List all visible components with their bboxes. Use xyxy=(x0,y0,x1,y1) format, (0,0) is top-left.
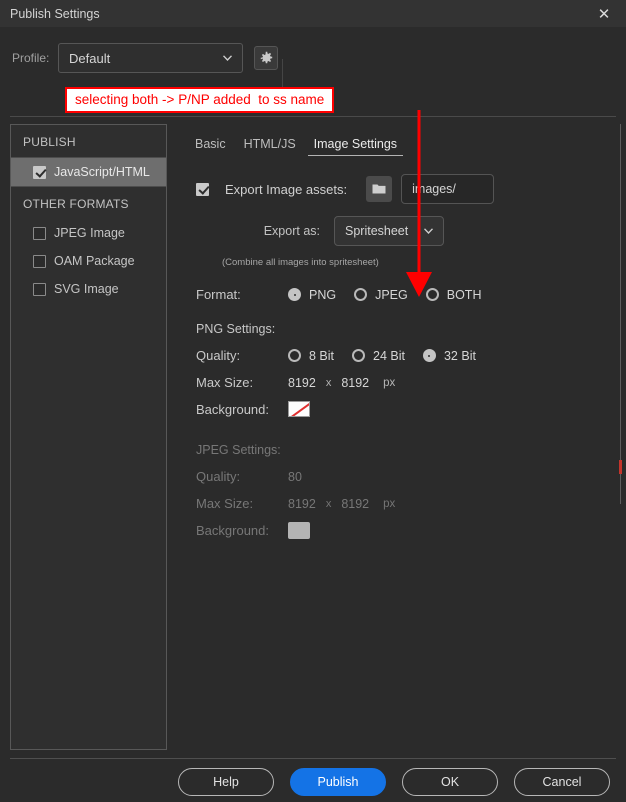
radio-label-png: PNG xyxy=(309,287,337,302)
sidebar-item-label: JPEG Image xyxy=(54,226,125,240)
jpeg-max-size-row: Max Size: 8192 x 8192 px xyxy=(186,496,618,511)
png-quality-row: Quality: 8 Bit 24 Bit 32 Bit xyxy=(186,348,618,363)
png-max-size-label: Max Size: xyxy=(196,375,254,390)
export-as-dropdown[interactable]: Spritesheet xyxy=(334,216,444,246)
radio-png-32bit[interactable] xyxy=(422,349,436,362)
png-background-row: Background: xyxy=(186,401,618,417)
radio-png-8bit[interactable] xyxy=(288,349,301,362)
publish-button[interactable]: Publish xyxy=(290,768,386,796)
jpeg-settings-title: JPEG Settings: xyxy=(196,443,281,457)
radio-format-jpeg[interactable] xyxy=(354,288,368,301)
radio-label-24bit: 24 Bit xyxy=(373,348,405,363)
sidebar-item-label: SVG Image xyxy=(54,282,119,296)
dialog-button-bar: Help Publish OK Cancel xyxy=(0,762,626,802)
radio-label-jpeg: JPEG xyxy=(375,287,408,302)
help-button[interactable]: Help xyxy=(178,768,274,796)
jpeg-background-swatch xyxy=(288,522,310,539)
sidebar-heading-other-formats: OTHER FORMATS xyxy=(23,197,129,211)
settings-pane: Basic HTML/JS Image Settings Export Imag… xyxy=(186,124,618,750)
jpeg-max-width-input: 8192 xyxy=(288,496,316,511)
jpeg-size-unit: px xyxy=(383,497,396,510)
jpeg-max-height-input: 8192 xyxy=(341,496,370,511)
spritesheet-hint: (Combine all images into spritesheet) xyxy=(222,257,379,268)
export-assets-label: Export Image assets: xyxy=(225,181,348,197)
profile-label: Profile: xyxy=(12,51,50,65)
radio-png-24bit[interactable] xyxy=(352,349,366,362)
jpeg-size-separator: x xyxy=(325,497,332,510)
chevron-down-icon xyxy=(424,228,433,234)
radio-label-both: BOTH xyxy=(446,287,482,302)
jpeg-quality-label: Quality: xyxy=(196,469,241,484)
cancel-button[interactable]: Cancel xyxy=(514,768,610,796)
radio-label-32bit: 32 Bit xyxy=(443,348,476,363)
format-row: Format: PNG JPEG BOTH xyxy=(186,287,618,302)
sidebar-item-svg-image[interactable]: SVG Image xyxy=(11,275,166,303)
export-as-label: Export as: xyxy=(263,224,320,238)
export-image-assets-row: Export Image assets: images/ xyxy=(186,174,618,204)
radio-format-both[interactable] xyxy=(425,288,439,301)
close-icon[interactable]: ✕ xyxy=(582,0,626,27)
png-background-swatch[interactable] xyxy=(288,401,310,417)
tab-image-settings[interactable]: Image Settings xyxy=(305,137,406,156)
sidebar-heading-publish: PUBLISH xyxy=(23,135,76,149)
checkbox-icon[interactable] xyxy=(33,254,46,268)
export-assets-checkbox[interactable] xyxy=(196,182,209,196)
png-max-height-input[interactable]: 8192 xyxy=(341,376,369,390)
export-as-row: Export as: Spritesheet xyxy=(186,216,618,246)
header-divider xyxy=(10,116,616,117)
png-quality-radio-group: 8 Bit 24 Bit 32 Bit xyxy=(288,349,476,363)
png-quality-label: Quality: xyxy=(196,348,241,363)
folder-icon[interactable] xyxy=(366,176,393,202)
sidebar-item-label: OAM Package xyxy=(54,254,135,268)
scrollbar-marker xyxy=(619,460,622,474)
tab-html-js[interactable]: HTML/JS xyxy=(235,137,305,156)
png-max-size-row: Max Size: 8192 x 8192 px xyxy=(186,375,618,390)
jpeg-quality-row: Quality: 80 xyxy=(186,469,618,484)
profile-row: Profile: Default xyxy=(0,27,626,113)
png-max-width-input[interactable]: 8192 xyxy=(288,376,316,390)
pane-scrollbar[interactable] xyxy=(620,124,621,504)
radio-label-8bit: 8 Bit xyxy=(309,348,335,363)
png-background-label: Background: xyxy=(196,401,269,417)
png-size-unit: px xyxy=(383,376,396,389)
png-size-separator: x xyxy=(325,376,332,389)
publish-settings-dialog: Publish Settings ✕ Profile: Default PUBL… xyxy=(0,0,626,802)
sidebar-item-label: JavaScript/HTML xyxy=(54,165,150,179)
export-as-value: Spritesheet xyxy=(345,224,409,238)
title-bar: Publish Settings ✕ xyxy=(0,0,626,27)
gear-icon[interactable] xyxy=(254,46,278,70)
checkbox-icon[interactable] xyxy=(33,282,46,296)
jpeg-background-label: Background: xyxy=(196,523,269,538)
profile-value: Default xyxy=(69,50,111,66)
ok-button[interactable]: OK xyxy=(402,768,498,796)
export-path-input[interactable]: images/ xyxy=(401,174,495,204)
checkbox-icon[interactable] xyxy=(33,226,46,240)
sidebar-item-javascript-html[interactable]: JavaScript/HTML xyxy=(11,158,166,186)
footer-divider xyxy=(10,758,616,759)
jpeg-quality-value: 80 xyxy=(288,469,302,484)
format-radio-group: PNG JPEG BOTH xyxy=(288,288,481,302)
chevron-down-icon xyxy=(223,55,232,61)
tab-basic[interactable]: Basic xyxy=(186,137,235,156)
sidebar-item-jpeg-image[interactable]: JPEG Image xyxy=(11,219,166,247)
radio-format-png[interactable] xyxy=(288,288,301,301)
tab-bar: Basic HTML/JS Image Settings xyxy=(186,124,618,156)
format-label: Format: xyxy=(196,287,241,302)
formats-sidebar: PUBLISH JavaScript/HTML OTHER FORMATS JP… xyxy=(10,124,167,750)
jpeg-background-row: Background: xyxy=(186,522,618,539)
png-settings-title: PNG Settings: xyxy=(196,322,276,336)
checkbox-icon[interactable] xyxy=(33,165,46,179)
window-title: Publish Settings xyxy=(10,6,100,21)
annotation-label: selecting both -> P/NP added to ss name xyxy=(65,87,335,113)
sidebar-item-oam-package[interactable]: OAM Package xyxy=(11,247,166,275)
jpeg-max-size-label: Max Size: xyxy=(196,496,254,511)
profile-dropdown[interactable]: Default xyxy=(58,43,243,73)
